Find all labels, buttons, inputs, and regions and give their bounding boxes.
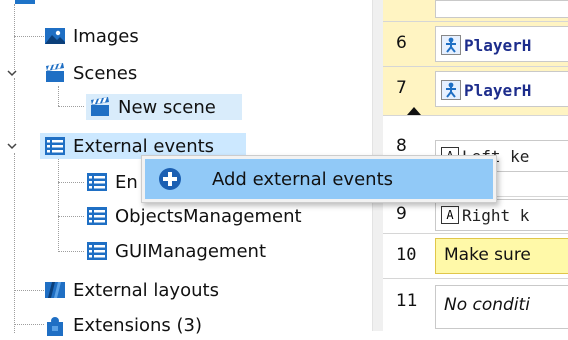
player-icon — [441, 80, 461, 100]
tree-item-label: New scene — [118, 96, 216, 118]
collapse-arrow-icon[interactable] — [407, 107, 421, 115]
add-external-events-menu-item[interactable]: Add external events — [145, 159, 493, 199]
event-list-icon — [86, 171, 108, 193]
event-text: PlayerH — [464, 80, 532, 100]
tree-item-label: External layouts — [73, 279, 219, 301]
chevron-down-icon[interactable] — [6, 67, 18, 79]
event-number: 10 — [396, 245, 417, 265]
event-text: Right k — [462, 205, 530, 225]
key-icon: A — [441, 206, 459, 224]
event-number: 8 — [396, 136, 407, 156]
layout-icon — [44, 279, 66, 301]
tree-item-scenes[interactable]: Scenes — [44, 60, 137, 86]
tree-item-images[interactable]: Images — [44, 23, 139, 49]
player-icon — [441, 35, 461, 55]
event-list-icon — [86, 205, 108, 227]
puzzle-icon — [44, 314, 66, 336]
tree-item-label: Extensions (3) — [73, 314, 202, 336]
event-text: PlayerH — [464, 35, 532, 55]
clapperboard-icon — [89, 96, 111, 118]
event-number: 11 — [396, 291, 418, 311]
tree-item-extensions[interactable]: Extensions (3) — [44, 312, 202, 338]
image-icon — [44, 25, 66, 47]
event-list-icon — [44, 135, 66, 157]
tree-item-label: ObjectsManagement — [115, 205, 302, 227]
chevron-down-icon[interactable] — [6, 140, 18, 152]
event-row — [383, 0, 568, 22]
event-list-icon — [86, 240, 108, 262]
tree-item-label: En — [115, 171, 138, 193]
tree-item-external-event[interactable]: En — [86, 169, 138, 195]
tree-item-external-layouts[interactable]: External layouts — [44, 277, 219, 303]
tree-item-label: Images — [73, 25, 139, 47]
tree-item-label: Scenes — [73, 62, 138, 84]
event-number: 9 — [396, 204, 407, 224]
comment-row[interactable]: 10 Make sure — [383, 234, 568, 279]
tree-item-label: GUIManagement — [115, 240, 267, 262]
no-conditions-text: No conditi — [444, 295, 530, 315]
event-row[interactable]: 6 PlayerH — [383, 22, 568, 67]
add-circle-icon — [158, 167, 182, 191]
event-row[interactable]: 11 No conditi — [383, 279, 568, 331]
tree-top-bar — [15, 0, 35, 4]
tree-item-gui-management[interactable]: GUIManagement — [86, 238, 266, 264]
tree-item-objects-management[interactable]: ObjectsManagement — [86, 203, 302, 229]
event-number: 7 — [396, 78, 407, 98]
context-menu: Add external events — [141, 155, 497, 203]
menu-item-label: Add external events — [212, 168, 394, 190]
tree-item-label: External events — [73, 135, 215, 157]
event-number: 6 — [396, 33, 407, 53]
clapperboard-icon — [44, 62, 66, 84]
comment-text: Make sure — [444, 245, 531, 265]
event-row[interactable]: 7 PlayerH — [383, 67, 568, 116]
tree-item-new-scene[interactable]: New scene — [86, 94, 242, 120]
